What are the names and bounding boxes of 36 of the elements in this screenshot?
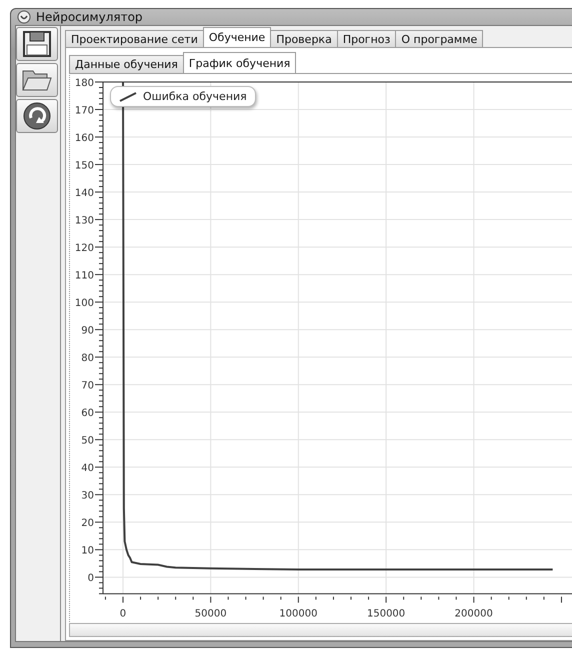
axis-label: 0 <box>88 573 94 584</box>
tab[interactable]: Прогноз <box>336 30 396 47</box>
tab[interactable]: Проверка <box>270 30 338 47</box>
axis-label: 40 <box>81 463 94 474</box>
axis-label: 160 <box>74 133 94 144</box>
tab[interactable]: Данные обучения <box>69 55 184 73</box>
tab[interactable]: Проектирование сети <box>65 30 204 47</box>
axis-label: 50 <box>81 436 94 447</box>
axis-label: 50000 <box>194 608 227 620</box>
axis-label: 10 <box>81 546 94 557</box>
tab[interactable]: Обучение <box>202 27 272 47</box>
axis-label: 170 <box>74 106 94 116</box>
axis-label: 200000 <box>454 608 493 620</box>
axis-label: 100 <box>74 298 94 310</box>
scrollbar[interactable] <box>69 623 572 637</box>
tab[interactable]: График обучения <box>182 52 296 73</box>
axis-label: 20 <box>81 518 94 530</box>
axis-label: 130 <box>74 216 94 227</box>
legend-label: Ошибка обучения <box>143 90 247 103</box>
axis-label: 30 <box>81 490 94 502</box>
tab[interactable]: О программе <box>395 30 484 47</box>
axis-label: 180 <box>74 78 94 89</box>
axis-label: 120 <box>74 243 94 254</box>
axis-label: 150 <box>74 160 94 172</box>
legend-line-icon <box>119 92 137 102</box>
axis-label: 150000 <box>367 608 406 620</box>
window-title: Нейросимулятор <box>36 10 143 24</box>
axis-label: 80 <box>81 353 94 364</box>
axis-label: 90 <box>81 326 94 337</box>
folder-icon[interactable] <box>16 63 58 97</box>
axis-label: 0 <box>120 608 126 620</box>
axis-label: 100000 <box>279 608 318 620</box>
axis-label: 140 <box>74 188 94 200</box>
axis-label: 70 <box>81 380 94 392</box>
axis-label: 60 <box>81 408 94 420</box>
axis-label: 110 <box>74 270 94 282</box>
